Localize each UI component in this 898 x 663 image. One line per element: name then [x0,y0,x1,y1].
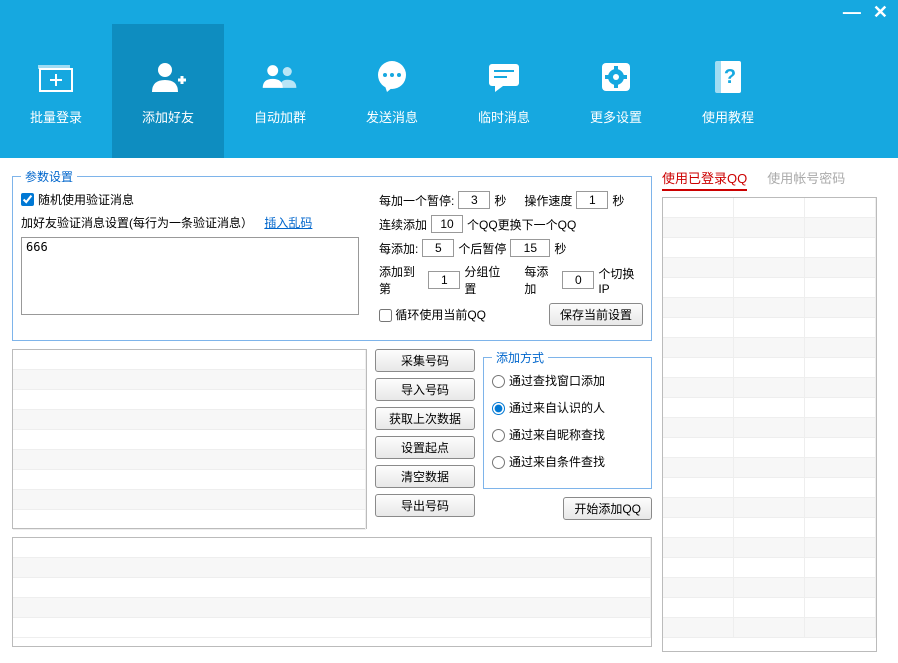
verify-msg-textarea[interactable] [21,237,359,315]
tab-add-friend[interactable]: 添加好友 [112,24,224,158]
titlebar: — ✕ [0,0,898,24]
add-method-legend: 添加方式 [492,349,548,366]
pause-each-input[interactable] [458,191,490,209]
loop-qq-label: 循环使用当前QQ [395,308,486,322]
tool-label: 更多设置 [590,107,642,126]
tool-label: 自动加群 [254,107,306,126]
close-button[interactable]: ✕ [873,2,888,23]
params-fieldset: 参数设置 随机使用验证消息 加好友验证消息设置(每行为一条验证消息） 插入乱码 [12,168,652,341]
import-number-button[interactable]: 导入号码 [375,378,475,401]
radio-condition[interactable]: 通过来自条件查找 [492,453,643,470]
toolbar: 批量登录 添加好友 自动加群 发送消息 临时消息 更多设置 ? 使用教程 [0,24,898,158]
set-origin-button[interactable]: 设置起点 [375,436,475,459]
tab-account-password[interactable]: 使用帐号密码 [767,168,845,191]
collect-number-button[interactable]: 采集号码 [375,349,475,372]
minimize-button[interactable]: — [843,2,861,23]
each-add-input[interactable] [422,239,454,257]
loop-qq-checkbox[interactable] [379,309,392,322]
random-verify-checkbox[interactable] [21,193,34,206]
tool-label: 使用教程 [702,107,754,126]
tool-label: 发送消息 [366,107,418,126]
save-settings-button[interactable]: 保存当前设置 [549,303,643,326]
tab-auto-group[interactable]: 自动加群 [224,24,336,158]
batch-login-icon [36,57,76,97]
switch-ip-input[interactable] [562,271,594,289]
group-pos-input[interactable] [428,271,460,289]
continuous-add-input[interactable] [431,215,463,233]
params-legend: 参数设置 [21,168,77,185]
clear-data-button[interactable]: 清空数据 [375,465,475,488]
log-grid[interactable] [12,537,652,647]
speed-input[interactable] [576,191,608,209]
tab-batch-login[interactable]: 批量登录 [0,24,112,158]
radio-nickname[interactable]: 通过来自昵称查找 [492,426,643,443]
add-method-fieldset: 添加方式 通过查找窗口添加 通过来自认识的人 通过来自昵称查找 通过来自条件查找 [483,349,652,489]
send-msg-icon [372,57,412,97]
tutorial-icon: ? [708,57,748,97]
temp-msg-icon [484,57,524,97]
radio-known-people[interactable]: 通过来自认识的人 [492,399,643,416]
tab-temp-msg[interactable]: 临时消息 [448,24,560,158]
qq-source-tabs: 使用已登录QQ 使用帐号密码 [662,168,886,191]
export-number-button[interactable]: 导出号码 [375,494,475,517]
tab-more-settings[interactable]: 更多设置 [560,24,672,158]
tab-send-msg[interactable]: 发送消息 [336,24,448,158]
svg-text:?: ? [724,66,736,88]
start-add-button[interactable]: 开始添加QQ [563,497,652,520]
gear-icon [596,57,636,97]
auto-group-icon [260,57,300,97]
each-pause-input[interactable] [510,239,550,257]
add-friend-icon [148,57,188,97]
random-verify-label: 随机使用验证消息 [38,191,134,208]
insert-random-link[interactable]: 插入乱码 [264,214,312,231]
verify-desc: 加好友验证消息设置(每行为一条验证消息） [21,214,253,231]
qq-list-grid[interactable] [662,197,877,652]
get-last-data-button[interactable]: 获取上次数据 [375,407,475,430]
tool-label: 批量登录 [30,107,82,126]
tab-logged-in-qq[interactable]: 使用已登录QQ [662,168,747,191]
tab-tutorial[interactable]: ? 使用教程 [672,24,784,158]
number-list-grid[interactable] [12,349,367,529]
radio-find-window[interactable]: 通过查找窗口添加 [492,372,643,389]
tool-label: 添加好友 [142,107,194,126]
tool-label: 临时消息 [478,107,530,126]
